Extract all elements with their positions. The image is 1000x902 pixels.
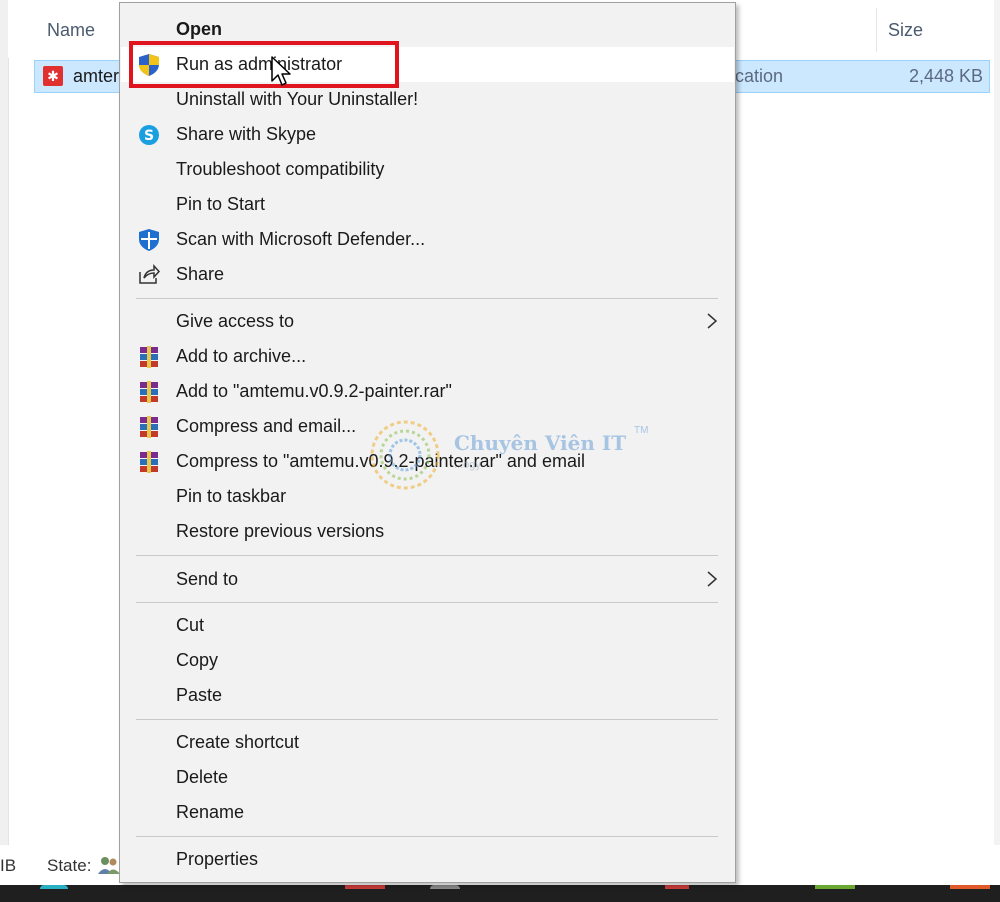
menu-item-label: Pin to Start [176,194,266,214]
taskbar-app-icon[interactable] [815,885,855,889]
status-state-label: State: [47,856,92,875]
file-size: 2,448 KB [908,66,983,86]
watermark-logo: Chuyên Viên IT TM ...ogy [362,415,652,495]
menu-item-label: Add to archive... [176,346,307,366]
file-type: cation [735,66,784,86]
menu-item-add-to-rar[interactable]: Add to "amtemu.v0.9.2-painter.rar" [121,374,734,409]
winrar-icon [140,451,158,473]
menu-item-pin-to-start[interactable]: Pin to Start [121,187,734,222]
taskbar-app-icon[interactable] [950,885,990,889]
menu-item-label: Delete [176,767,229,787]
annotation-highlight-box [129,41,399,88]
menu-item-share[interactable]: Share [121,257,734,292]
menu-item-copy[interactable]: Copy [121,643,734,678]
menu-item-label: Rename [176,802,245,822]
winrar-icon [140,381,158,403]
status-size-text: IB [0,856,17,875]
menu-item-paste[interactable]: Paste [121,678,734,713]
menu-item-share-with-skype[interactable]: S Share with Skype [121,117,734,152]
menu-item-label: Pin to taskbar [176,486,287,506]
svg-text:S: S [144,128,154,144]
menu-item-properties[interactable]: Properties [121,842,734,877]
menu-item-restore-previous-versions[interactable]: Restore previous versions [121,514,734,549]
watermark-subtitle: ...ogy [454,459,481,471]
menu-separator [136,555,718,556]
column-header-size[interactable]: Size [888,20,923,41]
menu-item-label: Share [176,264,225,284]
menu-item-label: Paste [176,685,223,705]
menu-item-label: Open [176,19,223,39]
menu-item-label: Create shortcut [176,732,300,752]
application-file-icon: ✱ [43,66,63,86]
menu-item-create-shortcut[interactable]: Create shortcut [121,725,734,760]
taskbar-app-icon[interactable] [40,885,68,889]
menu-item-label: Compress and email... [176,416,357,436]
taskbar-app-icon[interactable] [430,885,460,889]
menu-item-add-to-archive[interactable]: Add to archive... [121,339,734,374]
menu-item-rename[interactable]: Rename [121,795,734,830]
menu-item-label: Properties [176,849,259,869]
menu-item-send-to[interactable]: Send to [121,562,734,597]
file-name: amter [73,66,120,86]
menu-item-label: Add to "amtemu.v0.9.2-painter.rar" [176,381,452,401]
watermark-trademark: TM [634,425,649,436]
menu-item-label: Share with Skype [176,124,317,144]
watermark-circle-icon [370,420,440,490]
skype-icon: S [139,125,159,145]
watermark-title: Chuyên Viên IT [454,431,627,455]
menu-separator [136,836,718,837]
menu-item-label: Scan with Microsoft Defender... [176,229,426,249]
menu-item-label: Uninstall with Your Uninstaller! [176,89,419,109]
chevron-right-icon [707,313,718,329]
menu-item-cut[interactable]: Cut [121,608,734,643]
menu-separator [136,602,718,603]
taskbar-app-icon[interactable] [345,885,385,889]
column-header-name[interactable]: Name [47,20,95,41]
menu-item-label: Copy [176,650,219,670]
chevron-right-icon [707,571,718,587]
menu-item-label: Troubleshoot compatibility [176,159,385,179]
column-divider[interactable] [876,8,877,52]
windows-taskbar [0,885,1000,902]
menu-item-scan-defender[interactable]: Scan with Microsoft Defender... [121,222,734,257]
menu-item-label: Cut [176,615,205,635]
navigation-pane-edge [0,0,9,845]
defender-icon [139,229,159,251]
shared-users-icon [98,857,120,874]
mouse-cursor-icon [271,56,291,86]
menu-item-label: Restore previous versions [176,521,385,541]
menu-separator [136,298,718,299]
menu-item-label: Give access to [176,311,295,331]
menu-item-troubleshoot[interactable]: Troubleshoot compatibility [121,152,734,187]
vertical-scrollbar[interactable] [994,0,1000,845]
winrar-icon [140,416,158,438]
menu-item-give-access-to[interactable]: Give access to [121,304,734,339]
winrar-icon [140,346,158,368]
menu-separator [136,719,718,720]
taskbar-app-icon[interactable] [665,885,689,889]
menu-item-delete[interactable]: Delete [121,760,734,795]
share-icon [139,264,161,284]
menu-item-label: Send to [176,569,239,589]
